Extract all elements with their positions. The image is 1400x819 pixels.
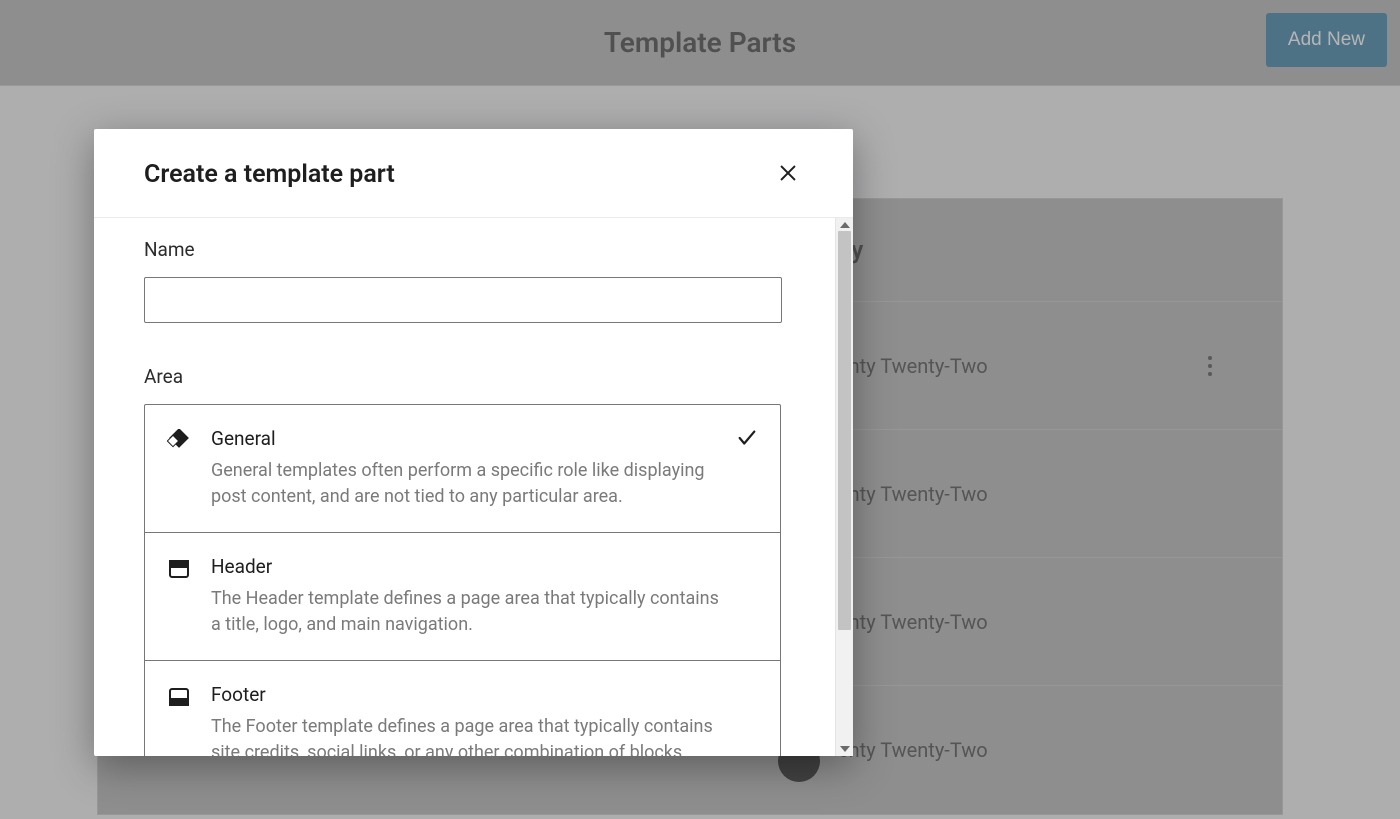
scroll-down-icon[interactable] (840, 746, 850, 752)
area-text: Header The Header template defines a pag… (211, 555, 756, 638)
check-icon (736, 427, 758, 453)
area-option-general[interactable]: General General templates often perform … (145, 405, 780, 533)
area-title: Header (211, 555, 726, 578)
create-template-part-modal: Create a template part Name Area (94, 129, 853, 756)
scrollbar-track[interactable] (836, 231, 853, 743)
scrollbar[interactable] (835, 218, 853, 756)
close-button[interactable] (773, 159, 803, 189)
area-description: The Header template defines a page area … (211, 586, 726, 638)
header-icon (167, 557, 191, 581)
scroll-up-icon[interactable] (840, 222, 850, 228)
modal-scroll[interactable]: Name Area General General tem (94, 218, 831, 756)
area-description: General templates often perform a specif… (211, 458, 726, 510)
scrollbar-thumb[interactable] (838, 231, 851, 630)
area-options: General General templates often perform … (144, 404, 781, 756)
close-icon (777, 162, 799, 187)
area-label: Area (144, 365, 831, 388)
area-option-header[interactable]: Header The Header template defines a pag… (145, 533, 780, 661)
area-title: General (211, 427, 726, 450)
area-text: Footer The Footer template defines a pag… (211, 683, 756, 756)
modal-body: Name Area General General tem (94, 218, 853, 756)
area-title: Footer (211, 683, 726, 706)
footer-icon (167, 685, 191, 709)
area-option-footer[interactable]: Footer The Footer template defines a pag… (145, 661, 780, 756)
area-description: The Footer template defines a page area … (211, 714, 726, 756)
modal-header: Create a template part (94, 129, 853, 218)
area-text: General General templates often perform … (211, 427, 756, 510)
layout-icon (167, 429, 191, 453)
name-input[interactable] (144, 277, 782, 323)
modal-title: Create a template part (144, 160, 395, 189)
page-root: Template Parts Add New by enty Twenty-Tw… (0, 0, 1400, 819)
name-label: Name (144, 238, 831, 261)
